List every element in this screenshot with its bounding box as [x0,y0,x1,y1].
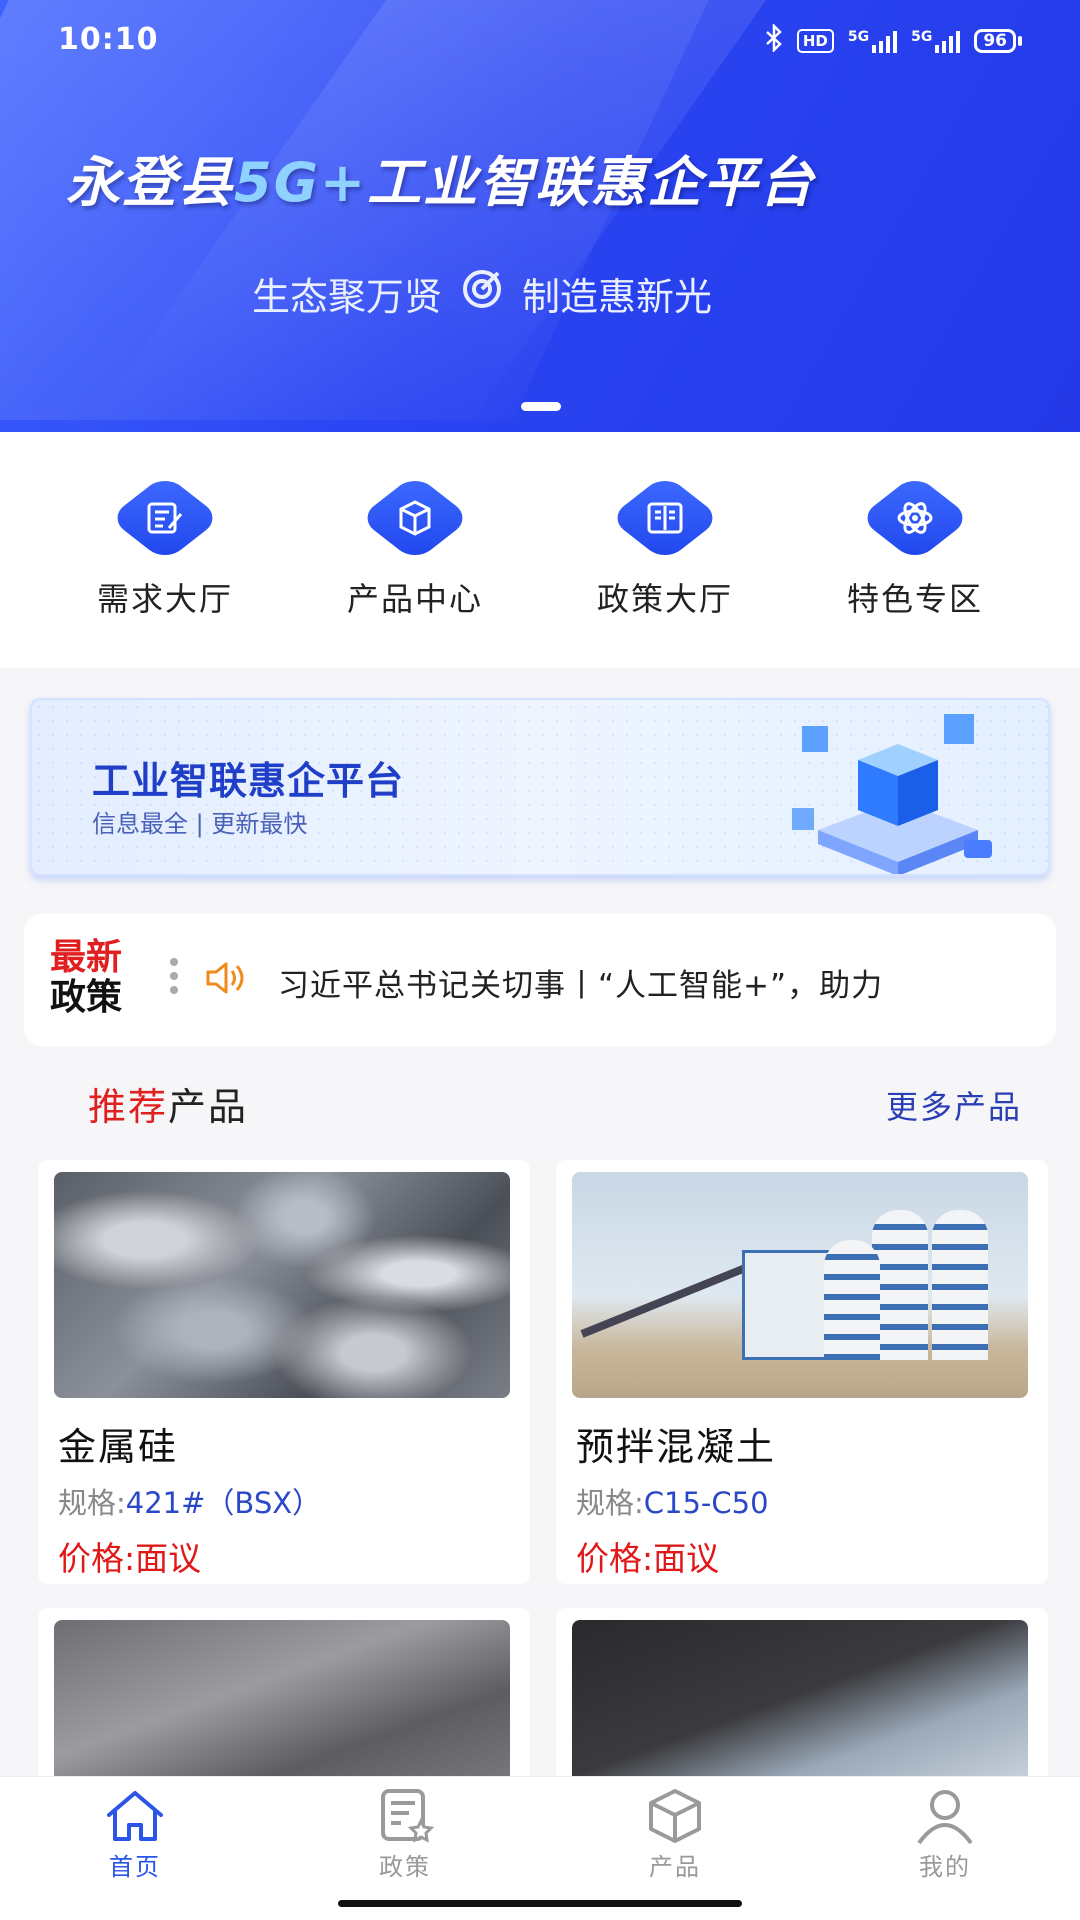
section-title-highlight: 推荐 [88,1085,169,1129]
speaker-icon [204,958,250,1002]
banner-slogan: 生态聚万贤 制造惠新光 [252,266,712,321]
tab-label: 首页 [109,1853,161,1881]
tab-home[interactable]: 首页 [0,1777,270,1920]
banner-title-pre: 永登县 [66,151,234,214]
cube-illustration-icon [792,714,992,874]
product-card[interactable]: 金属硅 规格:421#（BSX） 价格:面议 [38,1160,530,1584]
bluetooth-icon [765,22,783,57]
product-image [572,1172,1028,1398]
divider-dots [170,958,178,1000]
quick-nav-demand-hall[interactable]: 需求大厅 [40,432,290,668]
tab-label: 我的 [919,1853,971,1881]
banner-title-post: 工业智联惠企平台 [367,151,816,214]
atom-icon [858,473,972,563]
book-icon [608,473,722,563]
box-icon [358,473,472,563]
spec-value: 421#（BSX） [125,1486,322,1520]
cube-icon [649,1789,701,1843]
news-label-bottom: 政策 [50,977,123,1018]
more-products-link[interactable]: 更多产品 [886,1082,1022,1128]
battery-level: 96 [974,28,1016,53]
quick-nav-product-center[interactable]: 产品中心 [290,432,540,668]
quick-nav: 需求大厅 产品中心 政策大厅 特色专区 [0,432,1080,668]
status-bar: 10:10 HD 5G 5G 96 [0,0,1080,80]
home-icon [107,1791,163,1841]
product-name: 金属硅 [58,1425,179,1469]
latest-policy-label: 最新 政策 [50,938,122,1018]
product-card[interactable]: 预拌混凝土 规格:C15-C50 价格:面议 [556,1160,1048,1584]
quick-nav-policy-hall[interactable]: 政策大厅 [540,432,790,668]
quick-nav-featured-zone[interactable]: 特色专区 [790,432,1040,668]
banner-title-highlight: 5G+ [234,151,368,214]
product-price: 价格:面议 [58,1539,202,1578]
quick-nav-label: 需求大厅 [96,580,233,618]
recommended-products-header: 推荐产品 更多产品 [0,1066,1080,1146]
signal-icon: 5G [911,28,961,53]
status-icons: HD 5G 5G 96 [765,22,1022,57]
promo-subtitle: 信息最全 | 更新最快 [92,810,308,838]
bottom-tab-bar: 首页 政策 产品 我的 [0,1776,1080,1920]
top-banner[interactable]: 10:10 HD 5G 5G 96 永登县5G+工业智联惠企平台 生态聚万贤 制… [0,0,1080,432]
quick-nav-label: 政策大厅 [596,580,733,618]
tab-label: 产品 [649,1853,701,1881]
policy-news-ticker[interactable]: 最新 政策 习近平总书记关切事丨“人工智能+”，助力 [24,914,1056,1046]
tab-label: 政策 [379,1853,431,1881]
battery-icon: 96 [974,28,1022,53]
product-spec: 规格:421#（BSX） [58,1480,321,1522]
status-time: 10:10 [58,22,159,57]
spec-label: 规格: [58,1486,126,1520]
spec-value: C15-C50 [643,1486,769,1520]
news-label-top: 最新 [50,937,123,978]
product-image [54,1172,510,1398]
quick-nav-label: 特色专区 [846,580,983,618]
news-headline[interactable]: 习近平总书记关切事丨“人工智能+”，助力 [278,960,883,1005]
product-price: 价格:面议 [576,1539,720,1578]
policy-doc-icon [381,1789,435,1843]
slogan-right: 制造惠新光 [522,275,713,319]
edit-doc-icon [108,473,222,563]
section-title-rest: 产品 [168,1085,249,1129]
tab-products[interactable]: 产品 [540,1777,810,1920]
tab-policy[interactable]: 政策 [270,1777,540,1920]
carousel-indicator [521,402,561,411]
section-title: 推荐产品 [88,1076,248,1131]
tab-me[interactable]: 我的 [810,1777,1080,1920]
target-icon [460,267,504,320]
network-label: 5G [847,28,870,45]
slogan-left: 生态聚万贤 [252,275,443,319]
product-name: 预拌混凝土 [576,1425,777,1469]
network-label: 5G [911,28,933,45]
hd-icon: HD [796,28,834,53]
promo-banner[interactable]: 工业智联惠企平台 信息最全 | 更新最快 [30,698,1050,876]
home-page: 10:10 HD 5G 5G 96 永登县5G+工业智联惠企平台 生态聚万贤 制… [0,0,1080,1920]
promo-title: 工业智联惠企平台 [92,759,405,803]
signal-icon: 5G [847,28,898,53]
banner-title: 永登县5G+工业智联惠企平台 [66,138,815,217]
quick-nav-label: 产品中心 [346,580,483,618]
user-icon [917,1790,973,1845]
spec-label: 规格: [576,1486,644,1520]
home-indicator[interactable] [338,1900,742,1907]
product-spec: 规格:C15-C50 [576,1480,769,1522]
